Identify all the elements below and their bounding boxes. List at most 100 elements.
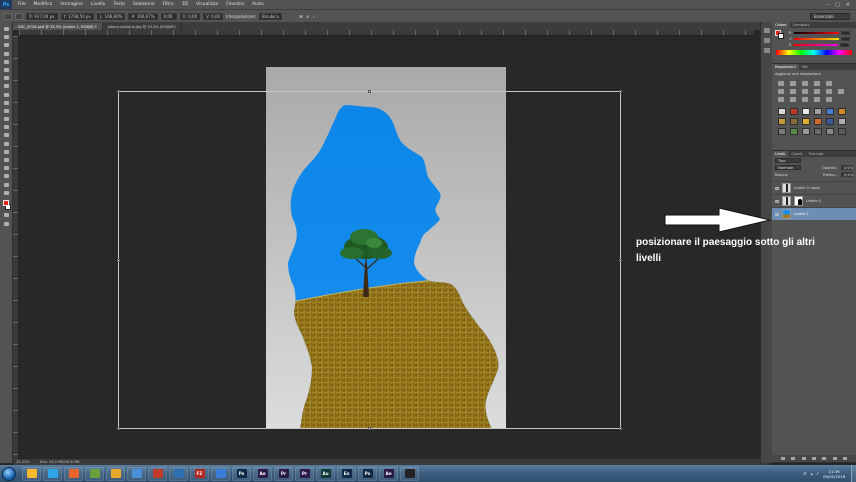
- layer-name[interactable]: Livello 0: [806, 199, 821, 203]
- tab-tracciati[interactable]: Tracciati: [806, 151, 827, 157]
- more-tools-icon[interactable]: [3, 190, 10, 196]
- style-swatch[interactable]: [814, 118, 822, 125]
- taskbar-app-button[interactable]: Ae: [379, 466, 398, 481]
- tab-campioni[interactable]: Campioni: [790, 22, 813, 28]
- taskbar-app-button[interactable]: Pr: [274, 466, 293, 481]
- doc-tab-active[interactable]: DSC_8734.psd @ 33,3% (Livello 1, RGB/8) …: [13, 23, 103, 30]
- info-panel-icon[interactable]: [763, 48, 770, 53]
- foreground-color-swatch[interactable]: [3, 199, 9, 206]
- taskbar-app-button[interactable]: Ps: [358, 466, 377, 481]
- workspace-select[interactable]: Essenziali: [810, 12, 850, 20]
- menu-modifica[interactable]: Modifica: [30, 2, 57, 7]
- taskbar-app-button[interactable]: [22, 466, 41, 481]
- taskbar-app-button[interactable]: [169, 466, 188, 481]
- taskbar-app-button[interactable]: [106, 466, 125, 481]
- transform-handle-bc[interactable]: [368, 427, 371, 430]
- style-swatch[interactable]: [790, 108, 798, 115]
- hue-saturation-icon[interactable]: [778, 89, 784, 94]
- posterize-icon[interactable]: [790, 97, 796, 102]
- visibility-eye-icon[interactable]: [775, 186, 779, 190]
- style-swatch[interactable]: [802, 108, 810, 115]
- cancel-transform-icon[interactable]: ⊘: [306, 14, 309, 19]
- gradient-tool-icon[interactable]: [3, 116, 10, 122]
- menu-visualizza[interactable]: Visualizza: [192, 2, 222, 7]
- history-panel-icon[interactable]: [763, 28, 770, 33]
- taskbar-app-button[interactable]: [211, 466, 230, 481]
- layer-name[interactable]: Livello 1: [794, 212, 809, 216]
- taskbar-app-button[interactable]: Au: [316, 466, 335, 481]
- quick-select-tool-icon[interactable]: [3, 51, 10, 57]
- rotation-field[interactable]: 0,00: [160, 12, 177, 20]
- type-tool-icon[interactable]: [3, 149, 10, 155]
- layer-thumbnail[interactable]: [782, 183, 791, 193]
- menu-livello[interactable]: Livello: [87, 2, 109, 7]
- brush-tool-icon[interactable]: [3, 83, 10, 89]
- new-layer-icon[interactable]: [832, 457, 837, 460]
- green-value[interactable]: [840, 37, 850, 41]
- style-swatch[interactable]: [826, 128, 834, 135]
- clock[interactable]: 21:39 09/01/2016: [823, 469, 845, 479]
- transform-handle-ml[interactable]: [117, 259, 120, 262]
- free-transform-box[interactable]: [117, 90, 622, 430]
- zoom-level[interactable]: 33,33%: [16, 460, 30, 464]
- transform-handle-br[interactable]: [619, 427, 622, 430]
- blue-value[interactable]: [840, 43, 850, 47]
- gradient-map-icon[interactable]: [826, 97, 832, 102]
- tray-arrow-icon[interactable]: ▴: [811, 471, 813, 476]
- panel-bg-swatch[interactable]: [778, 33, 784, 39]
- visibility-eye-icon[interactable]: [775, 212, 779, 216]
- volume-icon[interactable]: ♪: [817, 471, 819, 476]
- style-swatch[interactable]: [826, 108, 834, 115]
- fill-field[interactable]: 100%: [841, 172, 853, 177]
- taskbar-app-button[interactable]: FZ: [190, 466, 209, 481]
- invert-icon[interactable]: [778, 97, 784, 102]
- layer-row-selected[interactable]: Livello 1: [772, 207, 856, 220]
- interpolation-select[interactable]: Bicubica: [259, 12, 282, 20]
- menu-3d[interactable]: 3D: [178, 2, 192, 7]
- exposure-icon[interactable]: [814, 81, 820, 86]
- healing-tool-icon[interactable]: [3, 75, 10, 81]
- color-spectrum[interactable]: [776, 50, 852, 55]
- menu-testo[interactable]: Testo: [109, 2, 129, 7]
- layer-thumbnail[interactable]: [782, 196, 791, 206]
- taskbar-app-button[interactable]: [85, 466, 104, 481]
- tab-regolazioni[interactable]: Regolazioni: [772, 64, 799, 70]
- taskbar-app-button[interactable]: Ps: [232, 466, 251, 481]
- layer-mask-thumbnail[interactable]: [794, 196, 803, 206]
- y-position-field[interactable]: Y: 1738,50 px: [60, 12, 94, 20]
- style-swatch[interactable]: [838, 128, 846, 135]
- zoom-tool-icon[interactable]: [3, 182, 10, 188]
- move-tool-icon[interactable]: [3, 26, 10, 32]
- red-value[interactable]: [840, 31, 850, 35]
- clone-stamp-tool-icon[interactable]: [3, 92, 10, 98]
- tab-livelli[interactable]: Livelli: [772, 151, 789, 157]
- style-swatch[interactable]: [778, 118, 786, 125]
- taskbar-app-button[interactable]: Ae: [253, 466, 272, 481]
- lasso-tool-icon[interactable]: [3, 42, 10, 48]
- width-field[interactable]: L: 166,80%: [96, 12, 126, 20]
- tab-stili[interactable]: Stili: [799, 64, 812, 70]
- quick-mask-icon[interactable]: [3, 212, 10, 218]
- menu-filtro[interactable]: Filtro: [159, 2, 178, 7]
- style-swatch[interactable]: [838, 118, 846, 125]
- layer-name[interactable]: Livello 0 copia: [794, 186, 820, 190]
- eyedropper-tool-icon[interactable]: [3, 67, 10, 73]
- black-white-icon[interactable]: [802, 89, 808, 94]
- style-swatch[interactable]: [826, 118, 834, 125]
- levels-icon[interactable]: [790, 81, 796, 86]
- taskbar-app-button[interactable]: [64, 466, 83, 481]
- show-desktop-button[interactable]: [851, 465, 856, 482]
- selective-color-icon[interactable]: [814, 97, 820, 102]
- green-slider[interactable]: [793, 37, 839, 41]
- layer-row[interactable]: Livello 0 copia: [772, 181, 856, 194]
- style-swatch[interactable]: [778, 128, 786, 135]
- taskbar-app-button[interactable]: [43, 466, 62, 481]
- x-position-field[interactable]: X: 917,00 px: [26, 12, 58, 20]
- taskbar-app-button[interactable]: Pr: [295, 466, 314, 481]
- start-button[interactable]: [2, 466, 16, 481]
- reference-point-icon[interactable]: [15, 12, 23, 20]
- dodge-tool-icon[interactable]: [3, 132, 10, 138]
- menu-file[interactable]: File: [14, 2, 30, 7]
- transform-handle-tl[interactable]: [117, 90, 120, 93]
- threshold-icon[interactable]: [802, 97, 808, 102]
